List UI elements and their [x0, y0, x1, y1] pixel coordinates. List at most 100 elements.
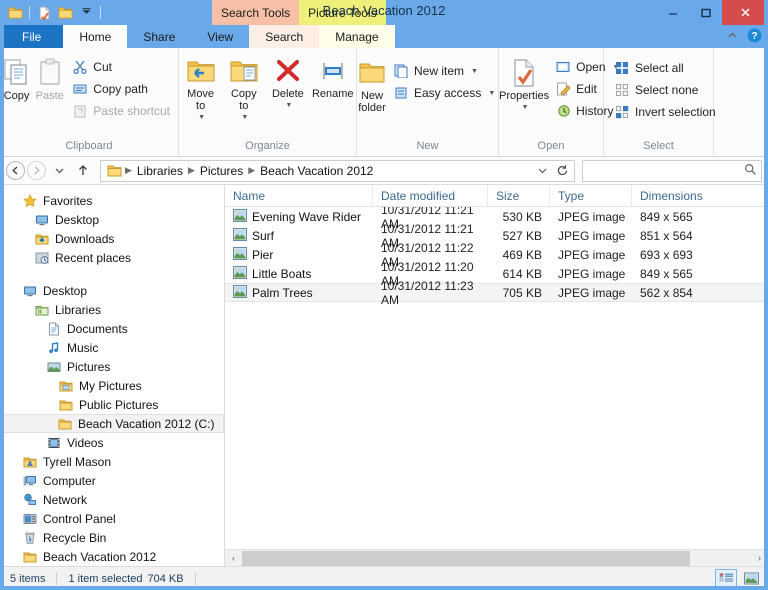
- tab-share[interactable]: Share: [127, 25, 191, 48]
- breadcrumb-item-pictures[interactable]: Pictures: [196, 161, 247, 181]
- sidebar-item-public-pictures[interactable]: Public Pictures: [0, 395, 224, 414]
- new-folder-button[interactable]: New folder: [357, 53, 387, 114]
- sidebar-label-desktop-fav: Desktop: [55, 213, 99, 227]
- move-to-button[interactable]: Move to ▼: [179, 51, 222, 124]
- qat-properties-icon[interactable]: [35, 3, 53, 22]
- sidebar-item-computer[interactable]: Computer: [0, 471, 224, 490]
- explorer-window: Search Tools Picture Tools Beach Vacatio…: [0, 0, 768, 590]
- sidebar-item-videos[interactable]: Videos: [0, 433, 224, 452]
- breadcrumb-item-libraries[interactable]: Libraries: [133, 161, 187, 181]
- copy-button[interactable]: Copy: [0, 53, 33, 102]
- sidebar-item-downloads[interactable]: Downloads: [0, 229, 224, 248]
- refresh-icon[interactable]: [552, 161, 572, 181]
- sidebar-item-recent-places[interactable]: Recent places: [0, 248, 224, 267]
- breadcrumb-separator-2[interactable]: ▶: [247, 165, 256, 176]
- sidebar-item-my-pictures[interactable]: My Pictures: [0, 376, 224, 395]
- sidebar-item-pictures[interactable]: Pictures: [0, 357, 224, 376]
- back-button[interactable]: [6, 161, 25, 180]
- table-row[interactable]: Little Boats 10/31/2012 11:20 AM 614 KB …: [225, 264, 768, 283]
- breadcrumb[interactable]: ▶ Libraries ▶ Pictures ▶ Beach Vacation …: [100, 160, 575, 182]
- new-item-button[interactable]: New item ▼: [389, 61, 499, 81]
- search-input[interactable]: [589, 163, 739, 179]
- column-header-date-modified[interactable]: Date modified: [373, 185, 488, 207]
- paste-shortcut-button[interactable]: Paste shortcut: [68, 101, 174, 121]
- history-icon: [555, 103, 571, 119]
- contextual-tab-picture-tools[interactable]: Picture Tools: [299, 0, 385, 25]
- table-row[interactable]: Evening Wave Rider 10/31/2012 11:21 AM 5…: [225, 207, 768, 226]
- file-name-cell: Evening Wave Rider: [225, 207, 373, 226]
- qat-chevron-down-icon[interactable]: [77, 3, 95, 22]
- my-pictures-icon: [58, 378, 74, 394]
- minimize-button[interactable]: [656, 0, 689, 25]
- breadcrumb-item-beach-vacation-2012[interactable]: Beach Vacation 2012: [256, 161, 377, 181]
- scroll-left-button[interactable]: ‹: [225, 550, 242, 567]
- tab-manage[interactable]: Manage: [319, 25, 394, 48]
- sidebar-item-music[interactable]: Music: [0, 338, 224, 357]
- copy-to-caret-icon[interactable]: ▼: [241, 112, 248, 124]
- qat-new-folder-icon[interactable]: [56, 3, 74, 22]
- sidebar-item-tyrell-mason[interactable]: Tyrell Mason: [0, 452, 224, 471]
- table-row[interactable]: Palm Trees 10/31/2012 11:23 AM 705 KB JP…: [225, 283, 768, 302]
- breadcrumb-separator-0[interactable]: ▶: [124, 165, 133, 176]
- move-to-caret-icon[interactable]: ▼: [198, 112, 205, 124]
- paste-button[interactable]: Paste: [33, 53, 66, 102]
- tab-file[interactable]: File: [0, 25, 63, 48]
- ribbon-group-clipboard: Copy Paste: [0, 48, 179, 156]
- cut-button[interactable]: Cut: [68, 57, 174, 77]
- sidebar-item-recycle-bin[interactable]: Recycle Bin: [0, 528, 224, 547]
- help-icon[interactable]: ?: [747, 28, 762, 46]
- up-button[interactable]: [72, 160, 94, 182]
- column-header-name[interactable]: Name: [225, 185, 373, 207]
- sidebar-item-beach-vacation-2012[interactable]: Beach Vacation 2012: [0, 547, 224, 566]
- sidebar-item-desktop-fav[interactable]: Desktop: [0, 210, 224, 229]
- column-header-dimensions[interactable]: Dimensions: [632, 185, 768, 207]
- delete-button[interactable]: Delete ▼: [266, 51, 309, 112]
- tab-search[interactable]: Search: [249, 25, 319, 48]
- select-none-button[interactable]: Select none: [610, 80, 720, 100]
- copy-to-button[interactable]: Copy to ▼: [222, 51, 265, 124]
- address-dropdown-icon[interactable]: [532, 161, 552, 181]
- search-box[interactable]: [582, 160, 762, 182]
- copy-path-button[interactable]: Copy path: [68, 79, 174, 99]
- copy-icon: [2, 56, 32, 90]
- sidebar-item-beach-vacation-2012-c[interactable]: Beach Vacation 2012 (C:): [0, 414, 224, 433]
- maximize-button[interactable]: [689, 0, 722, 25]
- close-button[interactable]: [722, 0, 768, 25]
- table-row[interactable]: Pier 10/31/2012 11:22 AM 469 KB JPEG ima…: [225, 245, 768, 264]
- sidebar-item-favorites[interactable]: Favorites: [0, 191, 224, 210]
- sidebar-gap: [0, 267, 224, 281]
- breadcrumb-separator-1[interactable]: ▶: [187, 165, 196, 176]
- new-item-caret-icon[interactable]: ▼: [471, 68, 478, 75]
- column-header-type[interactable]: Type: [550, 185, 632, 207]
- title-bar: Search Tools Picture Tools Beach Vacatio…: [0, 0, 768, 25]
- select-all-button[interactable]: Select all: [610, 58, 720, 78]
- status-selection: 1 item selected: [68, 573, 142, 585]
- table-row[interactable]: Surf 10/31/2012 11:21 AM 527 KB JPEG ima…: [225, 226, 768, 245]
- tab-view[interactable]: View: [191, 25, 249, 48]
- sidebar-item-control-panel[interactable]: Control Panel: [0, 509, 224, 528]
- sidebar-item-libraries[interactable]: Libraries: [0, 300, 224, 319]
- forward-button[interactable]: [27, 161, 46, 180]
- contextual-tab-search-tools[interactable]: Search Tools: [212, 0, 299, 25]
- properties-caret-icon[interactable]: ▼: [522, 102, 529, 114]
- file-dimensions-cell: 562 x 854: [632, 283, 768, 302]
- qat-folder-icon[interactable]: [6, 3, 24, 22]
- search-icon[interactable]: [744, 163, 757, 179]
- easy-access-button[interactable]: Easy access ▼: [389, 83, 499, 103]
- column-header-size[interactable]: Size: [488, 185, 550, 207]
- sidebar-item-desktop[interactable]: Desktop: [0, 281, 224, 300]
- chevron-up-icon[interactable]: [726, 29, 739, 45]
- rename-button[interactable]: Rename: [309, 51, 356, 100]
- scrollbar-track[interactable]: [242, 550, 751, 567]
- properties-button[interactable]: Properties ▼: [499, 53, 549, 114]
- sidebar-item-network[interactable]: Network: [0, 490, 224, 509]
- sidebar-item-documents[interactable]: Documents: [0, 319, 224, 338]
- recent-locations-button[interactable]: [48, 160, 70, 182]
- tab-home[interactable]: Home: [63, 25, 127, 48]
- navigation-pane[interactable]: Favorites Desktop Downloads Recent place…: [0, 185, 225, 566]
- scrollbar-thumb[interactable]: [242, 551, 690, 566]
- easy-access-caret-icon[interactable]: ▼: [488, 90, 495, 97]
- delete-caret-icon[interactable]: ▼: [285, 100, 292, 112]
- invert-selection-button[interactable]: Invert selection: [610, 102, 720, 122]
- horizontal-scrollbar[interactable]: ‹ ›: [225, 549, 768, 566]
